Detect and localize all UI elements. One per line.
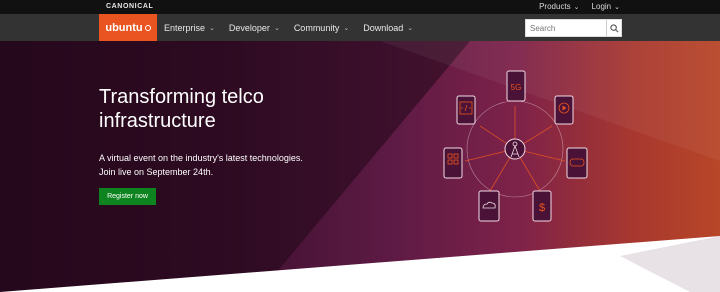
register-now-button[interactable]: Register now (99, 188, 156, 205)
hero-subtext: A virtual event on the industry's latest… (99, 151, 359, 179)
nav-menu: Enterprise ⌄ Developer ⌄ Community ⌄ Downlo… (164, 14, 413, 41)
chevron-down-icon: ⌄ (209, 24, 215, 32)
nav-item-download[interactable]: Download ⌄ (363, 23, 413, 33)
chevron-down-icon: ⌄ (573, 3, 580, 11)
search-box (525, 19, 622, 37)
chevron-down-icon: ⌄ (407, 24, 414, 32)
search-input[interactable] (526, 20, 606, 36)
logo-text: ubuntu (105, 21, 143, 34)
search-button[interactable] (606, 20, 621, 36)
hero-banner: Transforming telco infrastructure A virt… (0, 41, 720, 292)
telco-network-illustration: 5G $ (443, 70, 588, 222)
device-gamepad-icon (566, 147, 588, 179)
chevron-down-icon: ⌄ (273, 24, 280, 32)
nav-item-label: Community (293, 22, 340, 33)
headline-line-2: infrastructure (99, 110, 216, 132)
login-link[interactable]: Login ⌄ (592, 2, 620, 11)
canonical-bar: CANONICAL Products ⌄ Login ⌄ (0, 0, 720, 14)
nav-item-enterprise[interactable]: Enterprise ⌄ (164, 23, 215, 33)
circle-of-friends-icon (144, 24, 151, 31)
canonical-logo[interactable]: CANONICAL (106, 3, 153, 10)
device-cloud-icon (478, 190, 500, 222)
device-play-icon (554, 95, 574, 125)
device-5g-icon: 5G (506, 70, 526, 102)
cell-tower-icon (504, 138, 526, 160)
nav-item-developer[interactable]: Developer ⌄ (229, 23, 280, 33)
chevron-down-icon: ⌄ (614, 3, 620, 11)
search-icon (609, 23, 618, 32)
nav-item-label: Download (363, 22, 404, 33)
nav-item-label: Developer (228, 22, 270, 33)
subtext-line-2: Join live on September 24th. (99, 167, 214, 177)
ubuntu-logo[interactable]: ubuntu (99, 14, 157, 41)
device-grid-icon (443, 147, 463, 179)
svg-text:$: $ (539, 202, 545, 214)
nav-item-label: Enterprise (164, 22, 206, 33)
chevron-down-icon: ⌄ (343, 24, 350, 32)
top-links: Products ⌄ Login ⌄ (539, 2, 620, 11)
nav-item-community[interactable]: Community ⌄ (294, 23, 349, 33)
products-link[interactable]: Products ⌄ (539, 2, 579, 11)
headline-line-1: Transforming telco (99, 86, 264, 108)
device-badge: 5G (511, 83, 522, 92)
login-label: Login (591, 2, 612, 11)
device-dollar-icon: $ (532, 190, 552, 222)
page-title: Transforming telco infrastructure (99, 85, 359, 133)
products-label: Products (539, 2, 571, 11)
subtext-line-1: A virtual event on the industry's latest… (99, 153, 303, 163)
main-nav: ubuntu Enterprise ⌄ Developer ⌄ Community ⌄… (0, 14, 720, 41)
device-code-icon (456, 95, 476, 125)
